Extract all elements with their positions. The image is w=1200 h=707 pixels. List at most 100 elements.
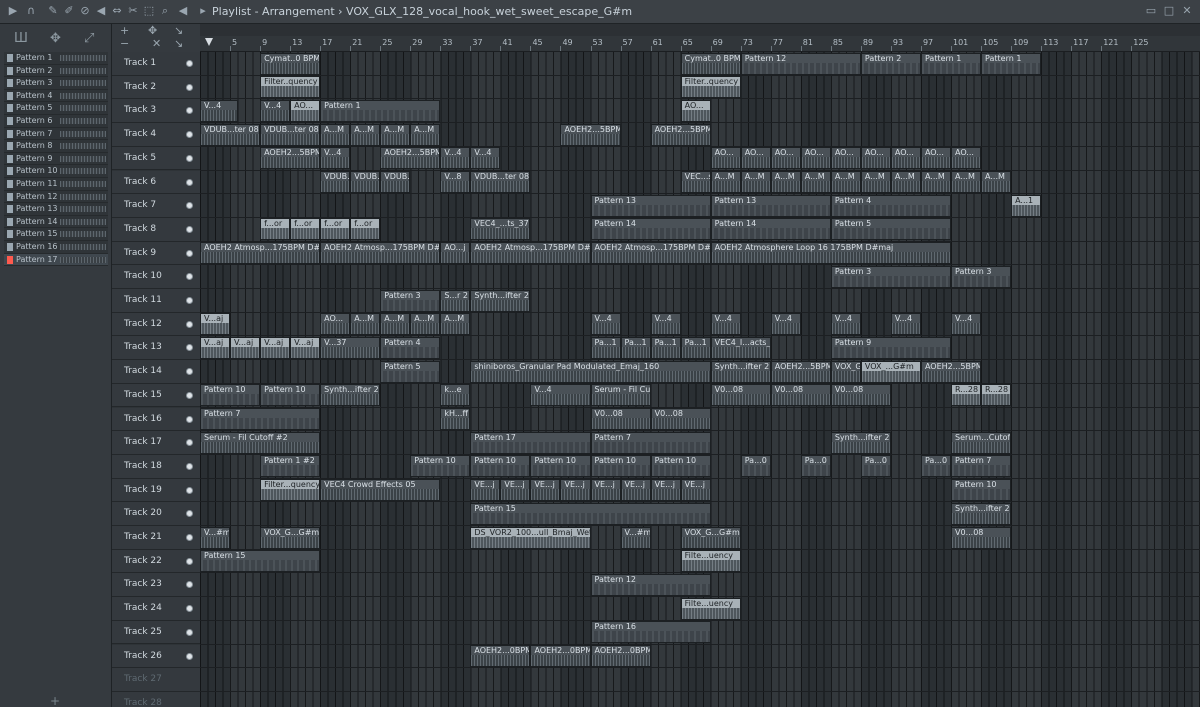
clip[interactable]: AO... (290, 99, 321, 122)
track-mute-icon[interactable] (186, 273, 193, 281)
menu-arrow-icon[interactable]: ▸ (196, 4, 210, 18)
track-mute-icon[interactable] (186, 131, 193, 139)
clip[interactable]: f...or (320, 218, 351, 241)
clip[interactable]: Pattern 4 (830, 194, 951, 217)
track-mute-icon[interactable] (186, 107, 193, 115)
clip[interactable]: A...M (830, 171, 861, 193)
track-mute-icon[interactable] (186, 557, 193, 565)
track-header[interactable]: Track 1 (112, 52, 200, 76)
clip[interactable]: Pattern 13 (710, 194, 831, 217)
clip[interactable]: AO... (770, 147, 801, 170)
clip[interactable]: VEC...s_37 (680, 171, 711, 193)
clip[interactable]: AOEH2...5BPM (650, 123, 711, 146)
clip[interactable]: AO... (890, 147, 921, 170)
clip[interactable]: VEC4_I...acts_37 (710, 336, 771, 359)
track-mute-icon[interactable] (186, 534, 193, 541)
track-header[interactable]: Track 7 (112, 194, 200, 218)
clip[interactable]: V...4 (951, 313, 982, 336)
clip[interactable]: Serum...Cutoff (951, 431, 1012, 454)
paint-icon[interactable]: ✐ (62, 4, 76, 18)
clip[interactable]: shiniboros_Granular Pad Modulated_Emaj_1… (470, 360, 711, 383)
tool-minus-icon[interactable]: − (120, 37, 129, 50)
clip[interactable]: V...4 (440, 147, 471, 170)
play-arrow-icon[interactable]: ▶ (6, 4, 20, 18)
clip[interactable]: Pa...1 (650, 336, 681, 359)
clip[interactable]: V...aj (200, 336, 231, 359)
slice-icon[interactable]: ✂ (126, 4, 140, 18)
track-mute-icon[interactable] (186, 320, 193, 328)
clip[interactable]: Pa...0 (800, 455, 831, 478)
clip[interactable]: Pattern 10 (590, 455, 651, 478)
clip[interactable]: VDUB...ter 08 (260, 123, 321, 146)
clip[interactable]: VOX_G...G#m (830, 360, 861, 383)
clip[interactable]: AO... (320, 313, 351, 336)
picker-move-icon[interactable]: ✥ (50, 31, 61, 46)
clip[interactable]: VEC4 Crowd Effects 05 (320, 479, 441, 502)
clip[interactable]: Pattern 7 (200, 408, 321, 430)
clip[interactable]: Pa...1 (680, 336, 711, 359)
clip[interactable]: AOEH2...5BPM (770, 360, 831, 383)
pattern-item[interactable]: Pattern 16 (4, 240, 108, 254)
pencil-icon[interactable]: ✎ (46, 4, 60, 18)
clip[interactable]: A...M (320, 123, 351, 146)
track-header[interactable]: Track 16 (112, 407, 200, 432)
clip[interactable]: A...1 (1011, 194, 1042, 217)
pattern-item[interactable]: Pattern 1 (4, 52, 108, 65)
clip[interactable]: Serum - Fil Cutoff #2 (200, 431, 321, 454)
clip[interactable]: A...M (981, 171, 1012, 193)
pattern-item[interactable]: Pattern 2 (4, 64, 108, 78)
clip[interactable]: Pattern 10 (650, 455, 711, 478)
pattern-item[interactable]: Pattern 9 (4, 152, 108, 166)
clip[interactable]: V...4 (260, 99, 291, 122)
track-mute-icon[interactable] (186, 178, 193, 186)
tool-move-icon[interactable]: ✥ (148, 24, 157, 37)
playhead-marker-icon[interactable] (205, 38, 213, 46)
track-mute-icon[interactable] (186, 391, 193, 399)
clip[interactable]: VOX_...G#m (860, 360, 921, 383)
clip[interactable]: AO... (800, 147, 831, 170)
clip[interactable]: V...4 (590, 313, 621, 336)
pattern-item[interactable]: Pattern 10 (4, 165, 108, 178)
clip[interactable]: V...4 (530, 384, 591, 407)
track-mute-icon[interactable] (186, 439, 193, 447)
clip[interactable]: VDUB...ter 08 (350, 171, 381, 193)
clip[interactable]: Pattern 10 (200, 384, 261, 407)
track-mute-icon[interactable] (186, 225, 193, 233)
clip[interactable]: Synth...ifter 2 (830, 431, 891, 454)
clip[interactable]: Pattern 17 (470, 431, 591, 454)
clip[interactable]: S...r 2 (440, 289, 471, 312)
clip[interactable]: Pa...1 (590, 336, 621, 359)
clip[interactable]: V...aj (290, 336, 321, 359)
track-header[interactable]: Track 21 (112, 526, 200, 550)
clip[interactable]: Pattern 3 (830, 265, 951, 288)
track-mute-icon[interactable] (186, 605, 193, 613)
clip[interactable]: V0...08 (830, 384, 891, 407)
track-mute-icon[interactable] (186, 462, 193, 470)
clip[interactable]: VDUB...ter 08 (320, 171, 351, 193)
clip[interactable]: VE...j (680, 479, 711, 502)
pattern-item[interactable]: Pattern 8 (4, 140, 108, 153)
clip[interactable]: V0...08 (770, 384, 831, 407)
clip[interactable]: Pattern 7 (951, 455, 1012, 478)
delete-icon[interactable]: ⊘ (78, 4, 92, 18)
clip[interactable]: A...M (350, 313, 381, 336)
clip[interactable]: Filte...uency (680, 550, 741, 573)
track-mute-icon[interactable] (186, 202, 193, 210)
clip[interactable]: k...e (440, 384, 471, 407)
track-mute-icon[interactable] (186, 249, 193, 257)
clip[interactable]: VE...j (590, 479, 621, 502)
clip[interactable]: A...M (440, 313, 471, 336)
track-header[interactable]: Track 14 (112, 360, 200, 384)
clip[interactable]: Pattern 14 (590, 218, 711, 241)
clip[interactable]: Serum - Fil Cutoff #2 (590, 384, 651, 407)
clip[interactable]: Cymat..0 BPM (680, 52, 741, 75)
clip[interactable]: A...M (410, 313, 441, 336)
track-header[interactable]: Track 6 (112, 170, 200, 195)
clip[interactable]: V...4 (320, 147, 351, 170)
tool-arrow2-icon[interactable]: ↘ (174, 37, 183, 50)
magnet-icon[interactable]: ∩ (24, 4, 38, 18)
clip[interactable]: Pa...0 (920, 455, 951, 478)
clip[interactable]: A...M (951, 171, 982, 193)
clip[interactable]: f...or (290, 218, 321, 241)
clip[interactable]: Pattern 5 (380, 360, 441, 383)
